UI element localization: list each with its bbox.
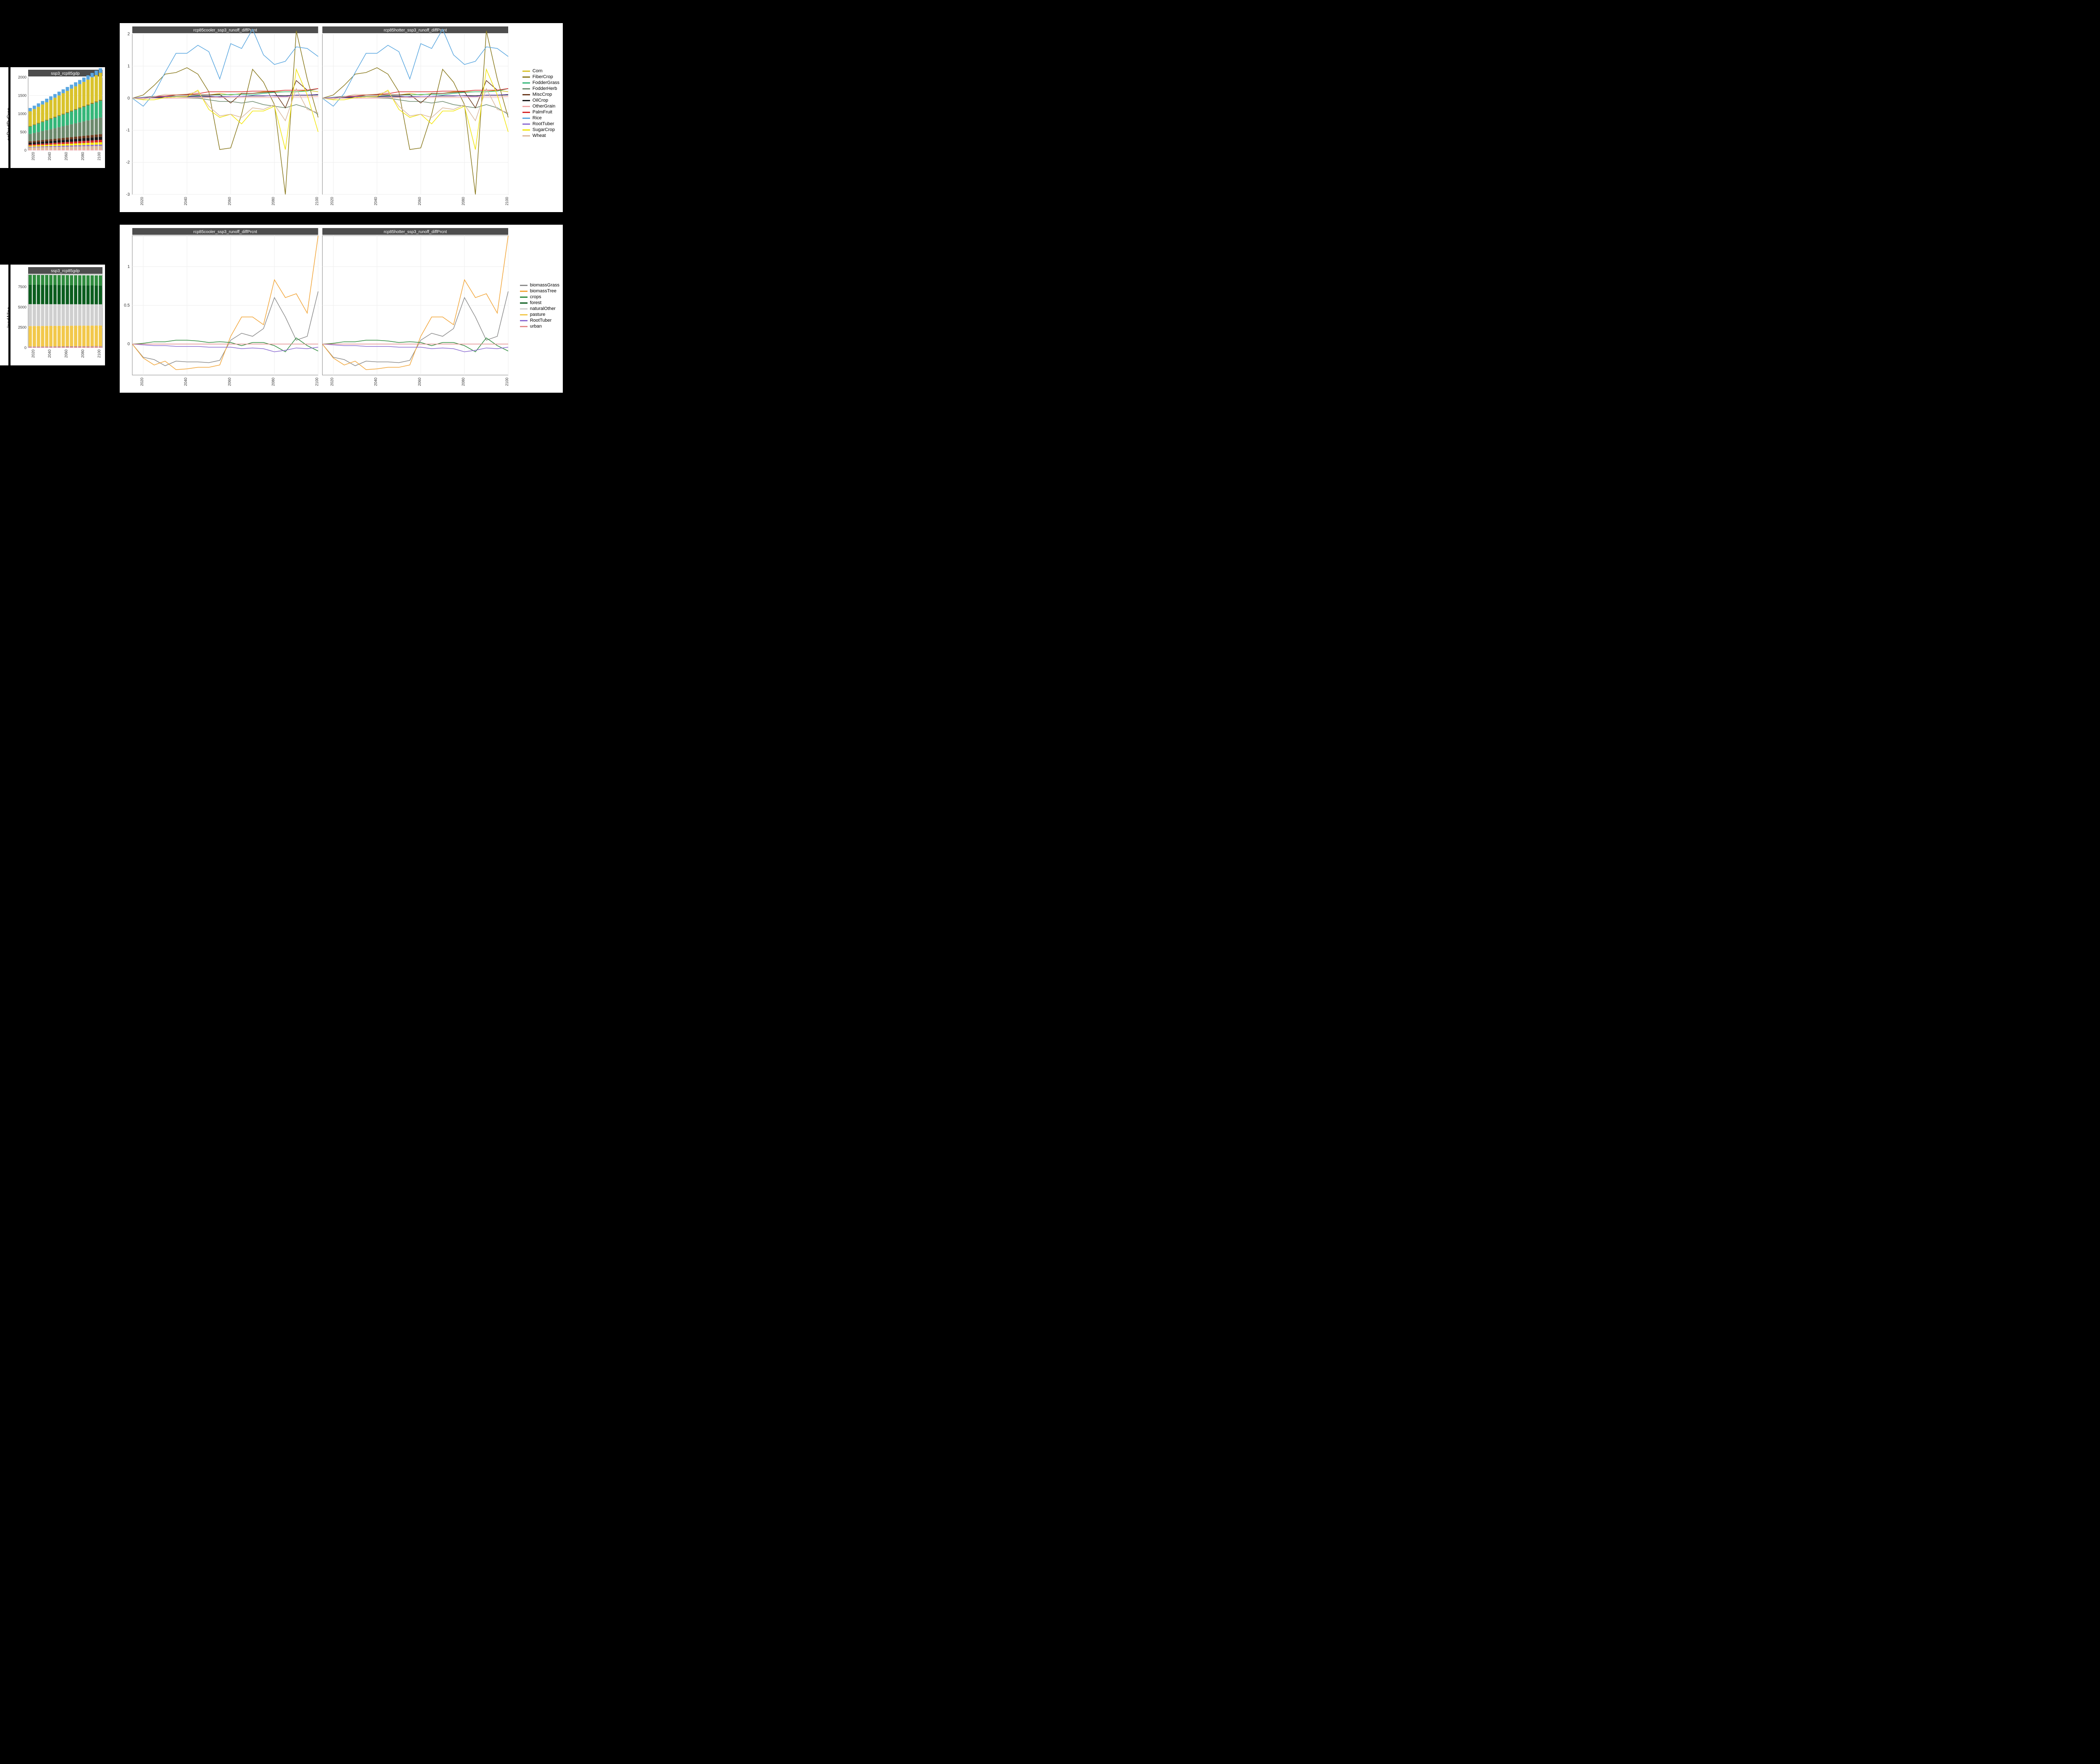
svg-text:2060: 2060 bbox=[227, 197, 231, 205]
svg-text:0: 0 bbox=[127, 96, 130, 101]
legend-item-urban: urban bbox=[520, 324, 559, 329]
svg-text:rcp85cooler_ssp3_runoff_diffPr: rcp85cooler_ssp3_runoff_diffPrcnt bbox=[193, 28, 257, 33]
svg-text:2040: 2040 bbox=[374, 378, 378, 386]
svg-text:-1: -1 bbox=[126, 128, 130, 133]
legend-item-FodderHerb: FodderHerb bbox=[522, 86, 559, 91]
svg-text:1000: 1000 bbox=[18, 112, 26, 116]
svg-text:2100: 2100 bbox=[97, 152, 101, 160]
agprod-line-svg: rcp85cooler_ssp3_runoff_diffPrcnt -3 -2 -1 0… bbox=[120, 23, 563, 212]
legend-item-FodderGrass: FodderGrass bbox=[522, 80, 559, 85]
agprod-line-panel: rcp85cooler_ssp3_runoff_diffPrcnt -3 -2 -1 0… bbox=[120, 23, 563, 212]
svg-text:2060: 2060 bbox=[64, 349, 68, 358]
figure-root: agProdByCrop landAlloc ssp3_rcp85gdp 0 500… bbox=[0, 0, 567, 397]
legend-item-PalmFruit: PalmFruit bbox=[522, 110, 559, 115]
legend-item-Rice: Rice bbox=[522, 116, 559, 121]
svg-text:2: 2 bbox=[127, 32, 130, 37]
svg-text:2080: 2080 bbox=[81, 349, 85, 358]
svg-text:ssp3_rcp85gdp: ssp3_rcp85gdp bbox=[51, 71, 80, 76]
svg-text:2080: 2080 bbox=[271, 197, 275, 205]
svg-text:2020: 2020 bbox=[330, 197, 334, 205]
svg-text:1500: 1500 bbox=[18, 94, 26, 98]
legend-item-Wheat: Wheat bbox=[522, 133, 559, 138]
svg-text:2080: 2080 bbox=[271, 378, 275, 386]
svg-text:0: 0 bbox=[127, 342, 130, 346]
landalloc-bar-panel: ssp3_rcp85gdp 0 2500 5000 7500 2020 2040 2060 20… bbox=[10, 265, 105, 365]
legend-item-RootTuber: RootTuber bbox=[520, 318, 559, 323]
svg-text:2040: 2040 bbox=[47, 152, 52, 160]
svg-text:2060: 2060 bbox=[227, 378, 231, 386]
legend-item-forest: forest bbox=[520, 300, 559, 305]
crops-legend: CornFiberCropFodderGrassFodderHerbMiscCr… bbox=[519, 65, 563, 142]
ylab-box-top: agProdByCrop bbox=[0, 67, 8, 168]
svg-text:2040: 2040 bbox=[184, 378, 188, 386]
svg-text:0: 0 bbox=[24, 346, 26, 350]
legend-item-naturalOther: naturalOther bbox=[520, 306, 559, 311]
svg-text:2100: 2100 bbox=[97, 349, 101, 358]
svg-text:2500: 2500 bbox=[18, 326, 26, 330]
svg-text:2100: 2100 bbox=[505, 197, 509, 205]
svg-text:2000: 2000 bbox=[18, 75, 26, 79]
legend-item-FiberCrop: FiberCrop bbox=[522, 74, 559, 79]
legend-item-OtherGrain: OtherGrain bbox=[522, 104, 559, 109]
legend-item-MiscCrop: MiscCrop bbox=[522, 92, 559, 97]
svg-text:5000: 5000 bbox=[18, 305, 26, 309]
legend-item-OilCrop: OilCrop bbox=[522, 98, 559, 103]
svg-text:2040: 2040 bbox=[374, 197, 378, 205]
svg-text:1: 1 bbox=[127, 265, 130, 269]
svg-text:2060: 2060 bbox=[417, 378, 422, 386]
landalloc-bar-svg: ssp3_rcp85gdp 0 2500 5000 7500 2020 2040 2060 20… bbox=[10, 265, 105, 365]
svg-text:2040: 2040 bbox=[47, 349, 52, 358]
svg-text:2020: 2020 bbox=[140, 197, 144, 205]
legend-item-biomassGrass: biomassGrass bbox=[520, 283, 559, 288]
svg-text:rcp85hotter_ssp3_runoff_diffPr: rcp85hotter_ssp3_runoff_diffPrcnt bbox=[384, 28, 447, 33]
svg-text:2080: 2080 bbox=[81, 152, 85, 160]
svg-text:2100: 2100 bbox=[315, 197, 319, 205]
landalloc-line-svg: rcp85cooler_ssp3_runoff_diffPrcnt 0 0.5 1 20… bbox=[120, 225, 563, 393]
svg-text:500: 500 bbox=[20, 130, 26, 134]
agprod-bar-svg: ssp3_rcp85gdp 0 500 1000 1500 2000 2020 2040 206… bbox=[10, 67, 105, 168]
svg-text:2080: 2080 bbox=[461, 378, 465, 386]
legend-item-biomassTree: biomassTree bbox=[520, 289, 559, 294]
agprod-bar-panel: ssp3_rcp85gdp 0 500 1000 1500 2000 2020 2040 206… bbox=[10, 67, 105, 168]
svg-text:2060: 2060 bbox=[417, 197, 422, 205]
legend-item-Corn: Corn bbox=[522, 68, 559, 74]
land-legend: biomassGrassbiomassTreecropsforestnatura… bbox=[517, 279, 563, 332]
svg-text:ssp3_rcp85gdp: ssp3_rcp85gdp bbox=[51, 269, 80, 273]
svg-text:2020: 2020 bbox=[31, 349, 35, 358]
svg-text:2040: 2040 bbox=[184, 197, 188, 205]
legend-item-SugarCrop: SugarCrop bbox=[522, 127, 559, 132]
svg-text:2020: 2020 bbox=[330, 378, 334, 386]
svg-text:2080: 2080 bbox=[461, 197, 465, 205]
svg-text:2060: 2060 bbox=[64, 152, 68, 160]
svg-text:rcp85hotter_ssp3_runoff_diffPr: rcp85hotter_ssp3_runoff_diffPrcnt bbox=[384, 230, 447, 234]
legend-item-RootTuber: RootTuber bbox=[522, 121, 559, 126]
svg-text:0: 0 bbox=[24, 148, 26, 152]
svg-text:1: 1 bbox=[127, 64, 130, 68]
svg-text:-3: -3 bbox=[126, 192, 130, 197]
svg-text:-2: -2 bbox=[126, 160, 130, 165]
svg-text:2020: 2020 bbox=[140, 378, 144, 386]
svg-text:2100: 2100 bbox=[315, 378, 319, 386]
svg-text:rcp85cooler_ssp3_runoff_diffPr: rcp85cooler_ssp3_runoff_diffPrcnt bbox=[193, 230, 257, 234]
svg-text:0.5: 0.5 bbox=[124, 303, 130, 308]
legend-item-pasture: pasture bbox=[520, 312, 559, 317]
svg-text:2020: 2020 bbox=[31, 152, 35, 160]
landalloc-line-panel: rcp85cooler_ssp3_runoff_diffPrcnt 0 0.5 1 20… bbox=[120, 225, 563, 393]
svg-text:7500: 7500 bbox=[18, 285, 26, 289]
legend-item-crops: crops bbox=[520, 294, 559, 299]
svg-text:2100: 2100 bbox=[505, 378, 509, 386]
ylab-box-bot: landAlloc bbox=[0, 265, 8, 365]
